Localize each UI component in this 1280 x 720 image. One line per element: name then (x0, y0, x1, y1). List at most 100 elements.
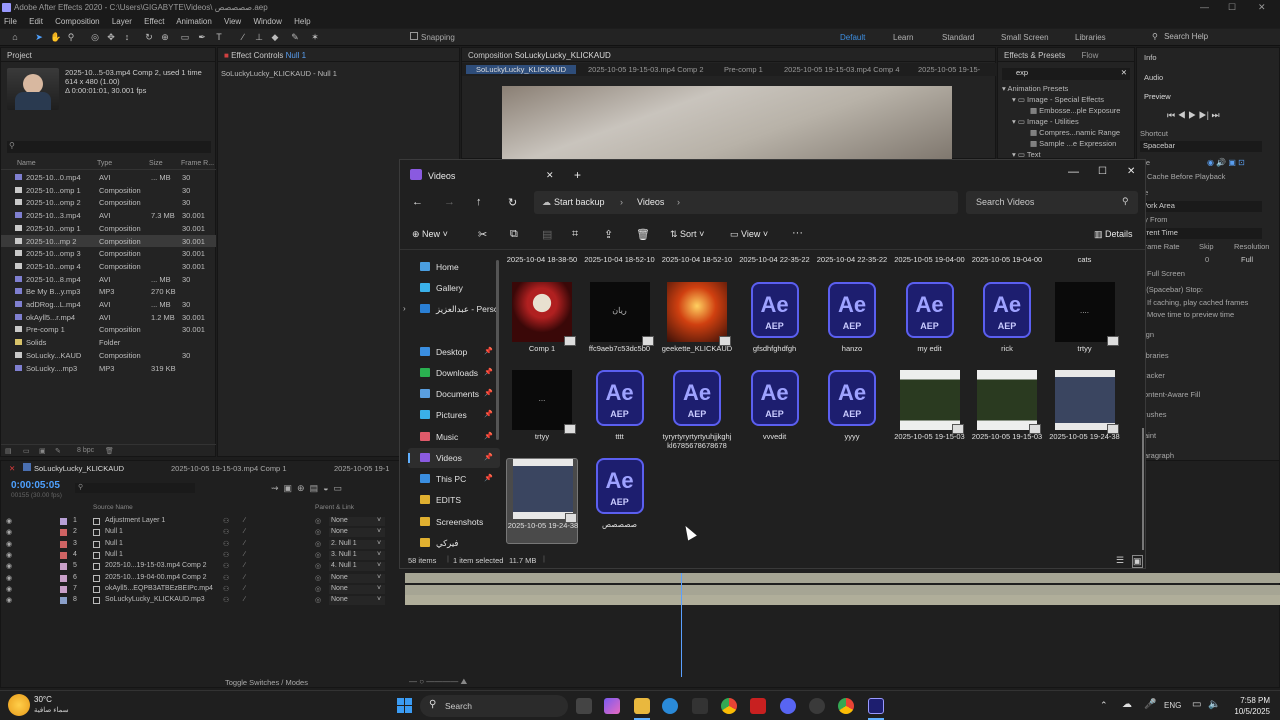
parent-dropdown[interactable]: None ˅ (329, 596, 385, 606)
clock-time[interactable]: 7:58 PM (1224, 696, 1270, 705)
pickwhip-icon[interactable]: ◎ (315, 562, 321, 570)
stop-option-1[interactable]: If caching, play cached frames (1147, 298, 1248, 307)
selection-tool-icon[interactable]: ➤ (34, 32, 44, 42)
after-effects-taskbar-icon[interactable] (868, 698, 884, 714)
aep-file[interactable]: Ae AEP yyyy (816, 370, 888, 456)
project-settings-icon[interactable]: ✎ (55, 447, 61, 455)
start-windows-icon[interactable] (397, 698, 413, 714)
label-color-swatch[interactable] (60, 597, 67, 605)
nav-scrollbar[interactable] (496, 260, 499, 440)
more-options-icon[interactable]: ··· (792, 227, 803, 239)
quality-switch-icon[interactable]: ∕ (244, 540, 245, 547)
pan-tool-icon[interactable]: ✥ (106, 32, 116, 42)
nav-item[interactable]: Downloads 📌 (408, 363, 500, 383)
layer-name[interactable]: okAyll5...EQPB3ATBEzBEIPc.mp4 (105, 585, 213, 592)
preset-tree-1[interactable]: ▾ ▭ Image - Special Effects (1012, 95, 1104, 104)
paste-icon[interactable]: ▤ (542, 228, 552, 241)
breadcrumb-start-backup[interactable]: Start backup (554, 197, 605, 207)
maximize-icon[interactable]: ☐ (1228, 2, 1236, 13)
workspace-default[interactable]: Default (840, 33, 865, 42)
zoom-slider[interactable]: — ○ ———— ⛰ (409, 677, 467, 687)
file-label-top[interactable]: 2025-10-04 22-35-22 (739, 255, 811, 264)
project-item[interactable]: 2025-10...omp 1 Composition 30.001 (1, 222, 216, 234)
col-parent-link[interactable]: Parent & Link (315, 504, 354, 511)
video-file[interactable]: 2025-10-05 19-15-03 (971, 370, 1043, 456)
details-view-icon[interactable]: ☰ (1116, 555, 1124, 566)
orbit-tool-icon[interactable]: ◎ (90, 32, 100, 42)
project-item[interactable]: 2025-10...omp 1 Composition 30 (1, 184, 216, 196)
rectangle-tool-icon[interactable]: ▭ (180, 32, 190, 42)
nav-item[interactable]: Music 📌 (408, 427, 500, 447)
video-file[interactable]: ... trtyy (506, 370, 578, 456)
menu-help[interactable]: Help (294, 17, 310, 26)
toggle-switches-modes[interactable]: Toggle Switches / Modes (225, 678, 308, 687)
paragraph-tab[interactable]: aragraph (1144, 451, 1174, 460)
close-icon[interactable]: ✕ (1258, 2, 1266, 13)
label-color-swatch[interactable] (60, 551, 67, 559)
libraries-tab[interactable]: ibraries (1144, 351, 1169, 360)
view-button[interactable]: ▭ View ˅ (730, 229, 768, 240)
eye-icon[interactable]: ◉ (6, 585, 12, 593)
chrome-icon[interactable] (721, 698, 737, 714)
layer-search-input[interactable]: ⚲ (75, 483, 195, 493)
menu-window[interactable]: Window (253, 17, 281, 26)
audio-tab[interactable]: Audio (1144, 73, 1163, 82)
puppet-tool-icon[interactable]: ✶ (310, 32, 320, 42)
file-label-top[interactable]: 2025-10-04 18-38-50 (506, 255, 578, 264)
eye-icon[interactable]: ◉ (6, 596, 12, 604)
timeline-layer-row[interactable]: ◉ 8 SoLuckyLucky_KLICKAUD.mp3 ⚇ ∕ ◎ None ˅ (1, 595, 401, 606)
skip-value[interactable]: 0 (1205, 255, 1209, 264)
col-source-name[interactable]: Source Name (93, 504, 133, 511)
nav-item[interactable]: › عبدالعزيز - Persc (403, 299, 500, 319)
track-bar-3[interactable] (405, 595, 1280, 605)
lock-icon[interactable]: ■ (224, 51, 229, 60)
label-color-swatch[interactable] (60, 574, 67, 582)
pen-tool-icon[interactable]: ✒ (197, 32, 207, 42)
clock-date[interactable]: 10/5/2025 (1224, 707, 1270, 716)
aep-file[interactable]: Ae AEP hanzo (816, 282, 888, 368)
workspace-libraries[interactable]: Libraries (1075, 33, 1106, 42)
parent-dropdown[interactable]: 3. Null 1 ˅ (329, 550, 385, 560)
nav-item[interactable]: Documents 📌 (408, 384, 500, 404)
rotate-tool-icon[interactable]: ↻ (144, 32, 154, 42)
video-file[interactable]: geekette_KLICKAUD (661, 282, 733, 368)
pickwhip-icon[interactable]: ◎ (315, 596, 321, 604)
volume-icon[interactable]: 🔈 (1208, 699, 1220, 710)
comp-tab-2[interactable]: Pre-comp 1 (724, 65, 763, 74)
minimize-icon[interactable]: — (1200, 2, 1209, 12)
roto-brush-tool-icon[interactable]: ✎ (290, 32, 300, 42)
play-from-dropdown[interactable]: urrent Time (1140, 228, 1262, 239)
pin-icon[interactable]: 📌 (484, 368, 493, 376)
eye-icon[interactable]: ◉ (6, 562, 12, 570)
video-file[interactable]: 2025-10-05 19-24-38 (506, 458, 578, 544)
workspace-learn[interactable]: Learn (893, 33, 913, 42)
microphone-icon[interactable]: 🎤 (1144, 699, 1156, 710)
capcut-icon[interactable] (750, 698, 766, 714)
weather-temp[interactable]: 30°C (34, 695, 52, 704)
eye-icon[interactable]: ◉ (6, 528, 12, 536)
layer-name[interactable]: Null 1 (105, 528, 123, 535)
video-file[interactable]: ريان ffc9aeb7c53dc5b0 (584, 282, 656, 368)
nav-item[interactable]: Desktop 📌 (408, 342, 500, 362)
shy-switch-icon[interactable]: ⚇ (223, 551, 229, 559)
parent-dropdown[interactable]: None ˅ (329, 584, 385, 594)
menu-layer[interactable]: Layer (112, 17, 132, 26)
delete-icon[interactable]: 🗑 (105, 447, 114, 455)
project-item[interactable]: 2025-10...3.mp4 AVI 7.3 MB 30.001 (1, 209, 216, 221)
aep-file[interactable]: Ae AEP vvvedit (739, 370, 811, 456)
new-comp-icon[interactable]: ▣ (39, 447, 46, 455)
timeline-close-icon[interactable]: ✕ (9, 464, 15, 473)
eye-icon[interactable]: ◉ (6, 574, 12, 582)
timeline-layer-row[interactable]: ◉ 4 Null 1 ⚇ ∕ ◎ 3. Null 1 ˅ (1, 550, 401, 561)
language-indicator[interactable]: ENG (1164, 701, 1181, 710)
network-icon[interactable]: ▭ (1192, 699, 1201, 710)
comp-tab-4[interactable]: 2025-10-05 19-15- (918, 65, 980, 74)
onedrive-icon[interactable]: ☁ (1122, 699, 1132, 710)
timeline-layer-row[interactable]: ◉ 2 Null 1 ⚇ ∕ ◎ None ˅ (1, 527, 401, 538)
explorer-tab-title[interactable]: Videos (428, 171, 455, 181)
project-item[interactable]: 2025-10...omp 3 Composition 30.001 (1, 247, 216, 259)
details-button[interactable]: ▥ Details (1094, 229, 1133, 240)
close-tab-icon[interactable]: ✕ (546, 170, 554, 181)
delete-icon[interactable]: 🗑 (636, 228, 650, 241)
info-tab[interactable]: Info (1144, 53, 1157, 62)
